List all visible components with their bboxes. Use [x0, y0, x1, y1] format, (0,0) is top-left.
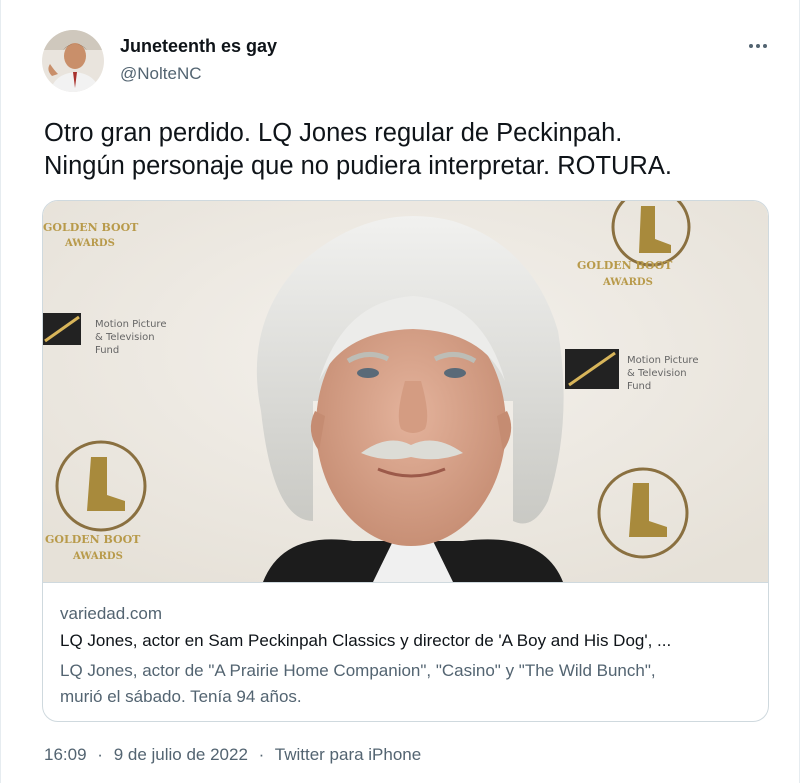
card-title: LQ Jones, actor en Sam Peckinpah Classic…	[60, 631, 672, 650]
tweet-text-line: Otro gran perdido. LQ Jones regular de P…	[44, 119, 623, 147]
more-dot	[749, 44, 753, 48]
tweet-source[interactable]: Twitter para iPhone	[275, 745, 421, 764]
tweet-date[interactable]: 9 de julio de 2022	[114, 745, 248, 764]
tweet-time[interactable]: 16:09	[44, 745, 87, 764]
svg-text:AWARDS: AWARDS	[72, 551, 123, 562]
card-description-line: LQ Jones, actor de "A Prairie Home Compa…	[60, 661, 656, 680]
svg-text:& Television: & Television	[95, 332, 155, 343]
card-image[interactable]: GOLDEN BOOT AWARDS GOLDEN BOOT AWARDS Mo…	[43, 201, 768, 582]
footer-separator: ·	[97, 745, 103, 764]
svg-text:AWARDS: AWARDS	[64, 238, 115, 249]
author-display-name[interactable]: Juneteenth es gay	[120, 36, 277, 57]
svg-text:GOLDEN BOOT: GOLDEN BOOT	[577, 259, 673, 272]
card-description: LQ Jones, actor de "A Prairie Home Compa…	[60, 658, 750, 710]
card-description-line: murió el sábado. Tenía 94 años.	[60, 687, 302, 706]
svg-text:Motion Picture: Motion Picture	[627, 355, 698, 366]
tweet-text-line: Ningún personaje que no pudiera interpre…	[44, 152, 672, 180]
author-avatar[interactable]	[42, 30, 104, 92]
tweet-footer: 16:09 · 9 de julio de 2022 · Twitter par…	[44, 745, 421, 765]
svg-text:Fund: Fund	[627, 381, 651, 392]
svg-text:Fund: Fund	[95, 345, 119, 356]
footer-separator: ·	[258, 745, 265, 764]
more-dot	[756, 44, 760, 48]
card-photo: GOLDEN BOOT AWARDS GOLDEN BOOT AWARDS Mo…	[43, 201, 768, 582]
card-domain: variedad.com	[60, 604, 163, 623]
tweet-container: Juneteenth es gay @NolteNC Otro gran per…	[0, 0, 800, 783]
more-dot	[763, 44, 767, 48]
user-avatar-icon	[42, 30, 104, 92]
svg-text:Motion Picture: Motion Picture	[95, 319, 166, 330]
svg-text:GOLDEN BOOT: GOLDEN BOOT	[45, 533, 141, 546]
tweet-text: Otro gran perdido. LQ Jones regular de P…	[44, 117, 774, 183]
author-handle[interactable]: @NolteNC	[120, 64, 202, 84]
more-options-icon[interactable]	[743, 34, 773, 58]
svg-text:GOLDEN BOOT: GOLDEN BOOT	[43, 221, 139, 234]
svg-text:AWARDS: AWARDS	[602, 277, 653, 288]
svg-text:& Television: & Television	[627, 368, 687, 379]
link-preview-card[interactable]: GOLDEN BOOT AWARDS GOLDEN BOOT AWARDS Mo…	[42, 200, 769, 722]
card-meta[interactable]: variedad.com LQ Jones, actor en Sam Peck…	[43, 582, 768, 721]
